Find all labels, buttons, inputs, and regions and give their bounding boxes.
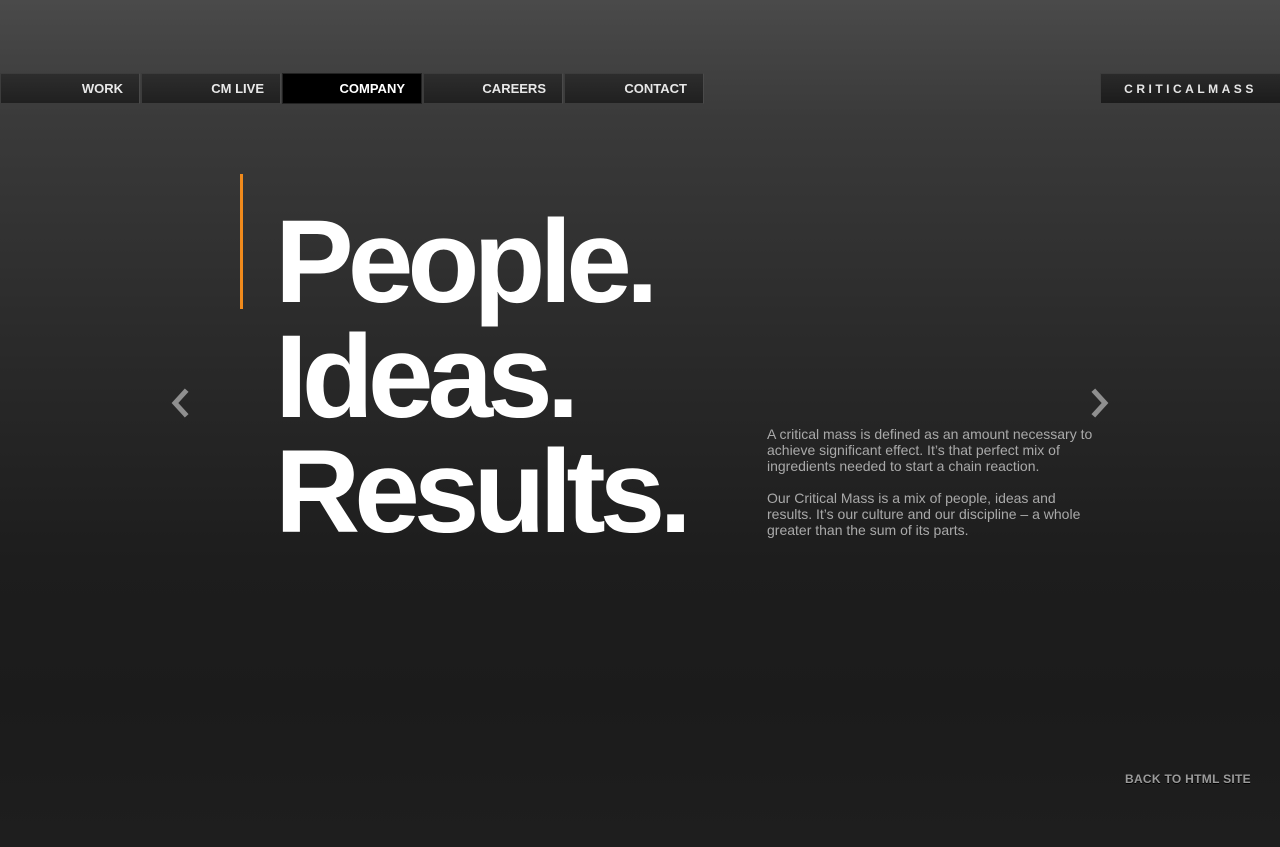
main-nav: WORK CM LIVE COMPANY CAREERS CONTACT — [0, 73, 705, 106]
description: A critical mass is defined as an amount … — [767, 426, 1097, 554]
nav-item-careers[interactable]: CAREERS — [423, 73, 563, 104]
hero-line-results: Results. — [275, 426, 692, 558]
description-paragraph-2: Our Critical Mass is a mix of people, id… — [767, 490, 1081, 538]
hero-line-people: People. — [275, 196, 659, 328]
back-to-html-site-link[interactable]: BACK TO HTML SITE — [1125, 772, 1251, 786]
prev-slide-button[interactable] — [165, 386, 195, 420]
nav-item-contact[interactable]: CONTACT — [564, 73, 704, 104]
hero-headline: People. Ideas. Results. — [275, 196, 692, 558]
nav-item-company[interactable]: COMPANY — [282, 73, 422, 104]
chevron-right-icon — [1091, 388, 1109, 418]
chevron-left-icon — [171, 388, 189, 418]
hero-line-ideas: Ideas. — [275, 311, 580, 443]
description-paragraph-1: A critical mass is defined as an amount … — [767, 426, 1093, 474]
next-slide-button[interactable] — [1085, 386, 1115, 420]
brand-logo[interactable]: CRITICALMASS — [1100, 73, 1280, 104]
accent-bar — [240, 174, 243, 309]
nav-item-work[interactable]: WORK — [0, 73, 140, 104]
nav-item-cm-live[interactable]: CM LIVE — [141, 73, 281, 104]
